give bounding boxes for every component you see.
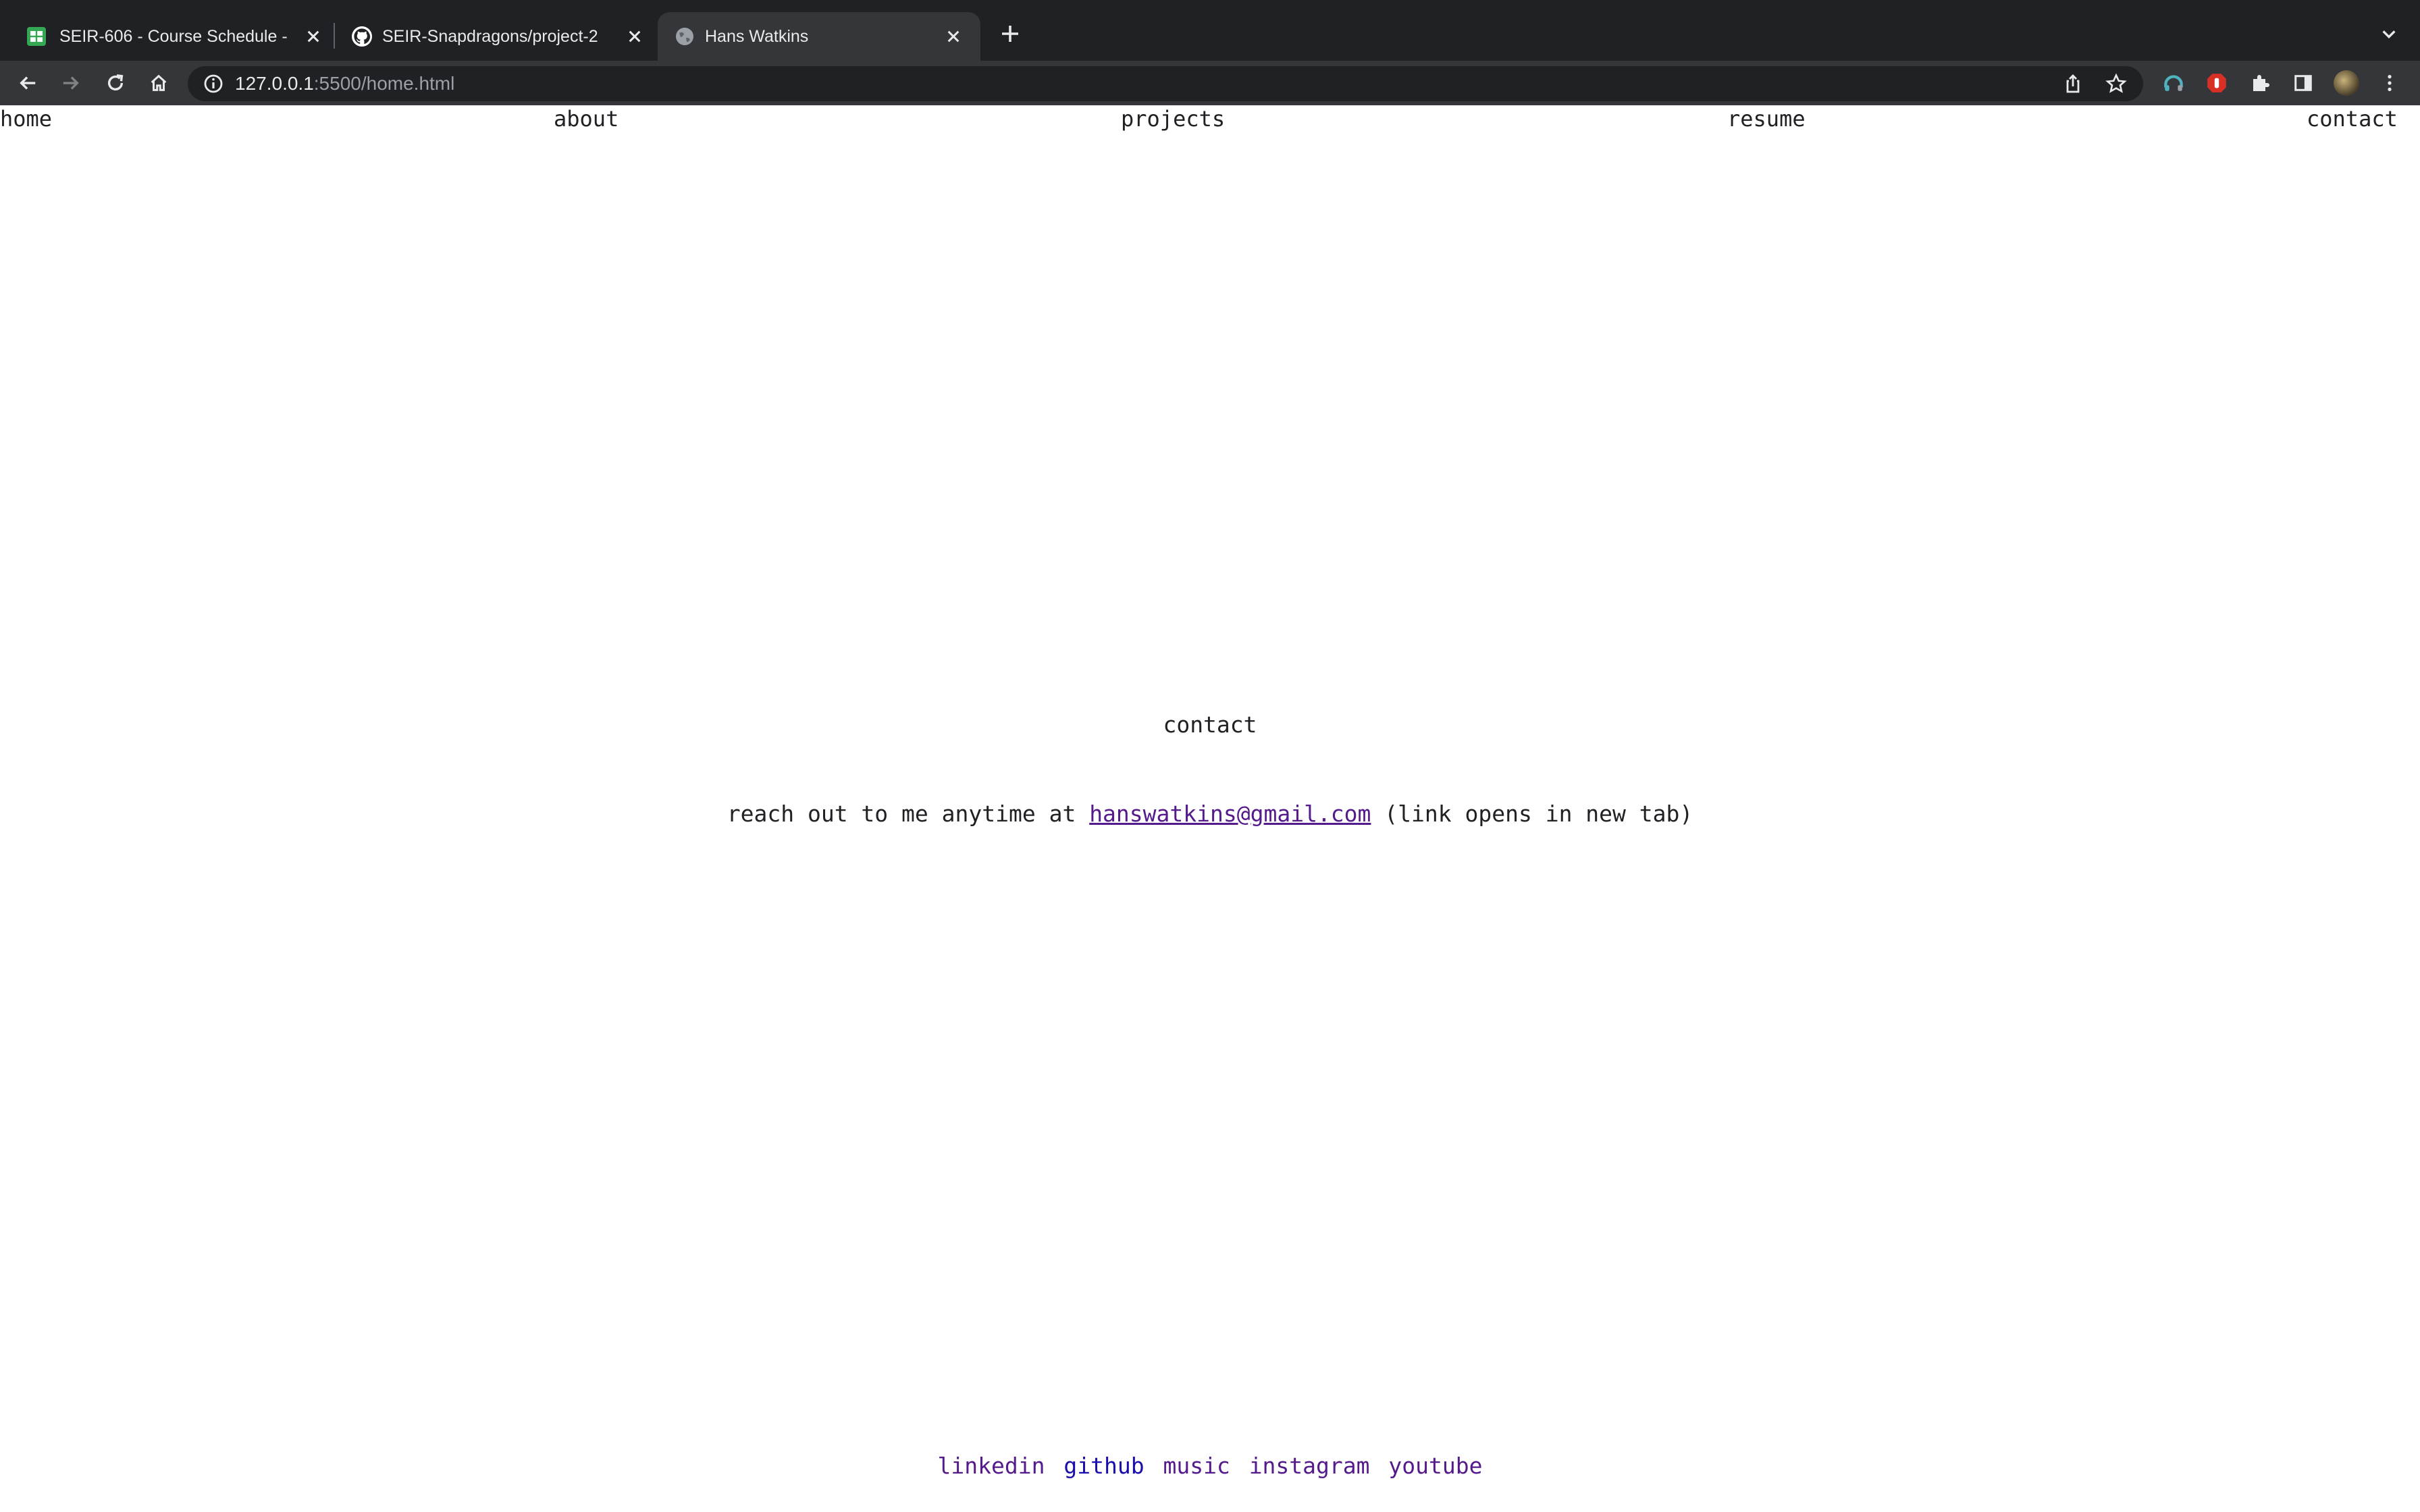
share-icon[interactable] (2062, 73, 2084, 94)
address-bar[interactable]: 127.0.0.1:5500/home.html (188, 66, 2143, 101)
home-button[interactable] (144, 69, 173, 97)
arrow-left-icon (20, 76, 36, 90)
nav-link-projects[interactable]: projects (1121, 105, 1225, 132)
page-title: contact (1163, 711, 1257, 738)
close-tab-icon[interactable] (941, 24, 966, 49)
tab-title: SEIR-606 - Course Schedule - (59, 27, 288, 46)
github-icon (352, 26, 372, 47)
tab-hans-watkins[interactable]: Hans Watkins (658, 12, 980, 61)
new-tab-button[interactable] (997, 20, 1024, 47)
plus-icon (1002, 26, 1018, 42)
site-info-icon[interactable] (203, 73, 224, 94)
footer-link-instagram[interactable]: instagram (1249, 1453, 1370, 1479)
globe-icon (676, 28, 693, 45)
nav-link-contact[interactable]: contact (2307, 105, 2398, 132)
reload-button[interactable] (101, 69, 130, 97)
browser-menu-button[interactable] (2375, 69, 2404, 97)
email-link[interactable]: hanswatkins@gmail.com (1089, 801, 1371, 827)
extensions-puzzle-icon[interactable] (2246, 69, 2274, 97)
forward-button[interactable] (57, 69, 85, 97)
arrow-right-icon (63, 76, 79, 90)
nav-link-resume[interactable]: resume (1727, 105, 1806, 132)
tab-github-project[interactable]: SEIR-Snapdragons/project-2 (323, 12, 654, 61)
close-tab-icon[interactable] (623, 24, 647, 49)
nav-link-home[interactable]: home (0, 105, 52, 132)
nav-link-about[interactable]: about (554, 105, 619, 132)
avatar (2334, 70, 2359, 96)
profile-avatar[interactable] (2332, 69, 2361, 97)
tab-search-button[interactable] (2375, 20, 2402, 47)
reload-icon (107, 74, 124, 90)
close-tab-icon[interactable] (301, 24, 325, 49)
url-path: :5500/home.html (313, 73, 455, 94)
message-prefix: reach out to me anytime at (727, 801, 1090, 827)
browser-tab-strip: SEIR-606 - Course Schedule - SEIR-Snapdr… (0, 0, 2420, 61)
footer-link-github[interactable]: github (1063, 1453, 1144, 1479)
tab-title: Hans Watkins (705, 27, 809, 46)
bookmark-star-icon[interactable] (2105, 73, 2127, 94)
google-sheets-icon (27, 27, 46, 46)
extension-adblock-icon[interactable] (2203, 69, 2231, 97)
tab-course-schedule[interactable]: SEIR-606 - Course Schedule - (0, 12, 331, 61)
home-icon (151, 74, 167, 91)
footer-link-music[interactable]: music (1163, 1453, 1230, 1479)
url-text[interactable]: 127.0.0.1:5500/home.html (235, 66, 454, 101)
back-button[interactable] (14, 69, 42, 97)
site-nav: home about projects resume contact (0, 105, 2420, 132)
extension-headphones-icon[interactable] (2159, 69, 2188, 97)
chevron-down-icon (2382, 30, 2396, 39)
footer-links: linkedin github music instagram youtube (0, 1453, 2420, 1479)
kebab-menu-icon (2388, 75, 2392, 91)
browser-toolbar: 127.0.0.1:5500/home.html (0, 61, 2420, 105)
side-panel-icon[interactable] (2289, 69, 2317, 97)
web-page: home about projects resume contact conta… (0, 105, 2420, 1512)
contact-message: reach out to me anytime at hanswatkins@g… (0, 801, 2420, 827)
url-host: 127.0.0.1 (235, 73, 314, 94)
footer-link-youtube[interactable]: youtube (1388, 1453, 1482, 1479)
footer-link-linkedin[interactable]: linkedin (938, 1453, 1045, 1479)
message-suffix: (link opens in new tab) (1371, 801, 1693, 827)
tab-title: SEIR-Snapdragons/project-2 (382, 27, 598, 46)
